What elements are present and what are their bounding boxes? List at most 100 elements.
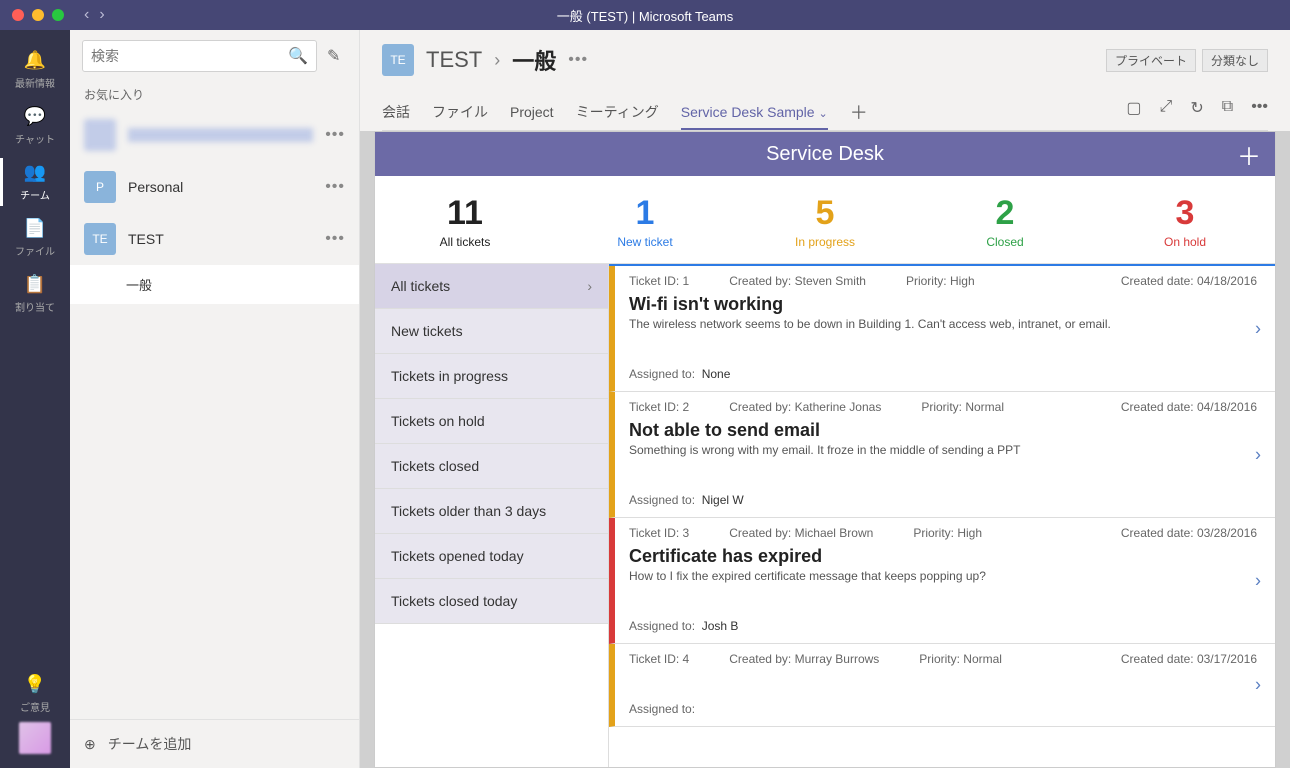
join-team-button[interactable]: ⊕ チームを追加 bbox=[70, 719, 359, 768]
ticket-assigned: Assigned to: bbox=[629, 702, 1257, 716]
chevron-right-icon: › bbox=[1255, 318, 1261, 339]
search-input[interactable] bbox=[91, 48, 288, 64]
ticket-id: Ticket ID: 2 bbox=[629, 400, 689, 414]
rail-assignments[interactable]: 📋割り当て bbox=[0, 266, 70, 322]
rail-files[interactable]: 📄ファイル bbox=[0, 210, 70, 266]
add-tab-button[interactable]: ＋ bbox=[850, 99, 868, 125]
compose-icon[interactable]: ✎ bbox=[327, 46, 347, 66]
service-desk-app: Service Desk ＋ 11All tickets1New ticket5… bbox=[374, 131, 1276, 768]
filter-new-tickets[interactable]: New tickets bbox=[375, 309, 608, 354]
ticket-creator: Created by: Michael Brown bbox=[729, 526, 873, 540]
expand-conversation-icon[interactable]: ▢ bbox=[1126, 98, 1141, 118]
stat-number: 11 bbox=[375, 194, 555, 233]
filter-tickets-on-hold[interactable]: Tickets on hold bbox=[375, 399, 608, 444]
stat-number: 1 bbox=[555, 194, 735, 233]
minimize-window-button[interactable] bbox=[32, 9, 44, 21]
filter-tickets-closed[interactable]: Tickets closed bbox=[375, 444, 608, 489]
ticket-created-date: Created date: 04/18/2016 bbox=[1121, 400, 1257, 414]
ticket-priority: Priority: High bbox=[906, 274, 975, 288]
filter-tickets-closed-today[interactable]: Tickets closed today bbox=[375, 579, 608, 624]
filter-label: Tickets on hold bbox=[391, 413, 485, 429]
rail-chat[interactable]: 💬チャット bbox=[0, 98, 70, 154]
channel-tabs: 会話 ファイル Project ミーティング Service Desk Samp… bbox=[382, 94, 1268, 131]
nav-forward-button[interactable]: › bbox=[99, 6, 104, 24]
ticket-card[interactable]: Ticket ID: 3 Created by: Michael Brown P… bbox=[609, 518, 1275, 644]
ticket-card[interactable]: Ticket ID: 2 Created by: Katherine Jonas… bbox=[609, 392, 1275, 518]
lightbulb-icon: 💡 bbox=[0, 674, 70, 695]
rail-teams[interactable]: 👥チーム bbox=[0, 154, 70, 210]
ticket-title: Wi-fi isn't working bbox=[629, 294, 1257, 315]
rail-feedback[interactable]: 💡ご意見 bbox=[0, 666, 70, 722]
filter-tickets-opened-today[interactable]: Tickets opened today bbox=[375, 534, 608, 579]
search-icon: 🔍 bbox=[288, 46, 308, 66]
filter-label: Tickets closed today bbox=[391, 593, 517, 609]
team-name: Personal bbox=[128, 179, 313, 195]
filter-tickets-older-than-3-days[interactable]: Tickets older than 3 days bbox=[375, 489, 608, 534]
chevron-right-icon: › bbox=[1255, 444, 1261, 465]
more-icon[interactable]: ••• bbox=[325, 126, 345, 144]
breadcrumb-channel: 一般 bbox=[512, 44, 556, 76]
team-row-test[interactable]: TE TEST ••• bbox=[70, 213, 359, 265]
ticket-creator: Created by: Steven Smith bbox=[729, 274, 866, 288]
open-external-icon[interactable]: ⧉ bbox=[1222, 98, 1233, 118]
team-row-0[interactable]: ••• bbox=[70, 109, 359, 161]
clipboard-icon: 📋 bbox=[0, 274, 70, 295]
stat-in-progress[interactable]: 5 In progress bbox=[735, 176, 915, 263]
team-icon: TE bbox=[382, 44, 414, 76]
stat-label: On hold bbox=[1095, 235, 1275, 249]
tab-project[interactable]: Project bbox=[510, 96, 554, 128]
stat-number: 3 bbox=[1095, 194, 1275, 233]
tab-meeting[interactable]: ミーティング bbox=[576, 94, 659, 130]
channel-general[interactable]: 一般 bbox=[70, 265, 359, 304]
nav-back-button[interactable]: ‹ bbox=[84, 6, 89, 24]
ticket-card[interactable]: Ticket ID: 4 Created by: Murray Burrows … bbox=[609, 644, 1275, 727]
team-row-personal[interactable]: P Personal ••• bbox=[70, 161, 359, 213]
tab-files[interactable]: ファイル bbox=[432, 94, 488, 130]
ticket-id: Ticket ID: 1 bbox=[629, 274, 689, 288]
team-avatar bbox=[84, 119, 116, 151]
maximize-window-button[interactable] bbox=[52, 9, 64, 21]
close-window-button[interactable] bbox=[12, 9, 24, 21]
rail-activity[interactable]: 🔔最新情報 bbox=[0, 42, 70, 98]
stat-number: 2 bbox=[915, 194, 1095, 233]
filter-label: New tickets bbox=[391, 323, 463, 339]
breadcrumb-team[interactable]: TEST bbox=[426, 47, 482, 73]
filter-label: Tickets closed bbox=[391, 458, 479, 474]
ticket-priority: Priority: Normal bbox=[919, 652, 1002, 666]
search-box[interactable]: 🔍 bbox=[82, 40, 317, 72]
favorites-label: お気に入り bbox=[70, 80, 359, 109]
team-name: TEST bbox=[128, 231, 313, 247]
ticket-created-date: Created date: 04/18/2016 bbox=[1121, 274, 1257, 288]
popout-icon[interactable]: ⤢ bbox=[1160, 98, 1173, 118]
sd-header: Service Desk ＋ bbox=[375, 132, 1275, 176]
chat-icon: 💬 bbox=[0, 106, 70, 127]
stat-number: 5 bbox=[735, 194, 915, 233]
ticket-creator: Created by: Katherine Jonas bbox=[729, 400, 881, 414]
ticket-assigned: Assigned to: None bbox=[629, 367, 1257, 381]
window-title: 一般 (TEST) | Microsoft Teams bbox=[557, 6, 734, 25]
user-avatar[interactable] bbox=[19, 722, 51, 754]
channel-more-icon[interactable]: ••• bbox=[568, 51, 588, 69]
ticket-description: How to I fix the expired certificate mes… bbox=[629, 569, 1257, 583]
tab-conversation[interactable]: 会話 bbox=[382, 94, 410, 130]
ticket-assigned: Assigned to: Nigel W bbox=[629, 493, 1257, 507]
teams-icon: 👥 bbox=[0, 162, 70, 183]
more-icon[interactable]: ••• bbox=[325, 230, 345, 248]
ticket-priority: Priority: High bbox=[913, 526, 982, 540]
stat-label: In progress bbox=[735, 235, 915, 249]
ticket-card[interactable]: Ticket ID: 1 Created by: Steven Smith Pr… bbox=[609, 266, 1275, 392]
sd-add-button[interactable]: ＋ bbox=[1237, 137, 1261, 172]
filter-all-tickets[interactable]: All tickets› bbox=[375, 264, 608, 309]
stat-on-hold[interactable]: 3 On hold bbox=[1095, 176, 1275, 263]
tab-service-desk[interactable]: Service Desk Sample ⌄ bbox=[681, 96, 828, 130]
chevron-right-icon: › bbox=[1255, 570, 1261, 591]
more-icon[interactable]: ••• bbox=[325, 178, 345, 196]
refresh-icon[interactable]: ↻ bbox=[1190, 98, 1203, 118]
tab-more-icon[interactable]: ••• bbox=[1251, 98, 1268, 118]
stat-new-ticket[interactable]: 1New ticket bbox=[555, 176, 735, 263]
stat-all-tickets[interactable]: 11All tickets bbox=[375, 176, 555, 263]
filter-tickets-in-progress[interactable]: Tickets in progress bbox=[375, 354, 608, 399]
stat-closed[interactable]: 2Closed bbox=[915, 176, 1095, 263]
teams-panel: 🔍 ✎ お気に入り ••• P Personal ••• TE TEST •••… bbox=[70, 30, 360, 768]
add-team-icon: ⊕ bbox=[84, 736, 96, 753]
